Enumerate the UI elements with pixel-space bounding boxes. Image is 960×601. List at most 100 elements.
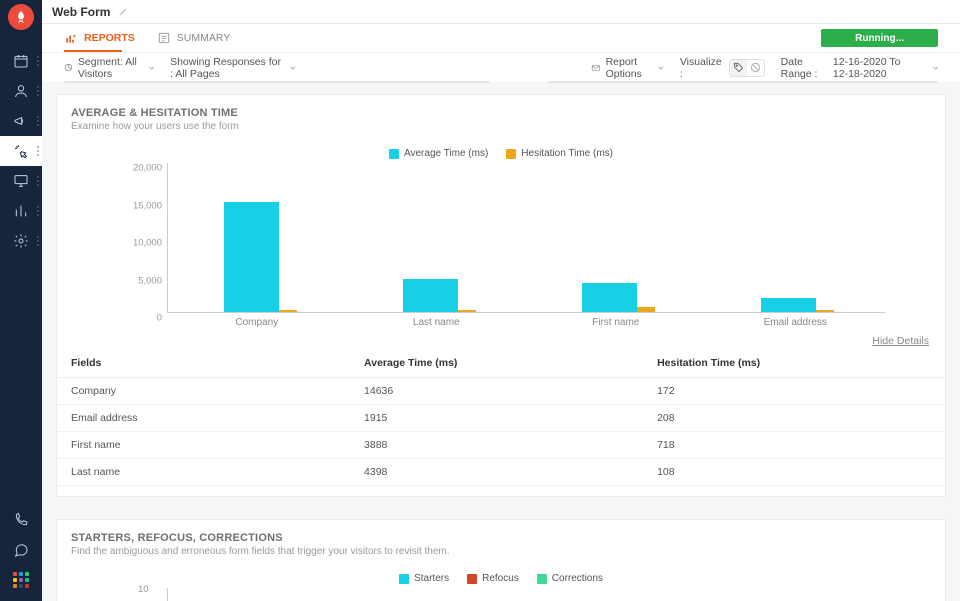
content-scroll[interactable]: AVERAGE & HESITATION TIME Examine how yo…	[42, 82, 960, 601]
tab-summary[interactable]: SUMMARY	[157, 24, 230, 52]
segment-icon	[64, 61, 73, 74]
y-tick-label: 0	[120, 313, 162, 324]
nav-phone[interactable]	[0, 505, 42, 535]
legend-avg[interactable]: Average Time (ms)	[389, 148, 488, 159]
segment-label: Segment: All Visitors	[78, 56, 144, 80]
reports-tab-icon	[64, 31, 78, 45]
visualize-option-1[interactable]	[730, 60, 747, 76]
main-area: Web Form REPORTS SUMMARY Running... Segm…	[42, 0, 960, 601]
chart2-legend: Starters Refocus Corrections	[57, 573, 945, 584]
bar-avg[interactable]	[582, 283, 637, 312]
table-row: Email address1915208	[57, 405, 945, 432]
table-cell-hes: 718	[643, 432, 945, 459]
status-running-button[interactable]: Running...	[821, 29, 938, 47]
nav-form-analytics[interactable]	[0, 136, 42, 166]
y-tick-label: 15,000	[120, 200, 162, 211]
bar-hes[interactable]	[816, 310, 834, 312]
mail-icon	[591, 61, 600, 75]
no-tag-icon	[750, 62, 761, 73]
table-cell-field: Email address	[57, 405, 350, 432]
card1-title: AVERAGE & HESITATION TIME	[71, 107, 931, 119]
chart2-ytick: 10	[138, 584, 149, 595]
table-cell-avg: 4398	[350, 459, 643, 486]
bar-avg[interactable]	[761, 298, 816, 312]
y-tick-label: 5,000	[120, 275, 162, 286]
segment-dropdown[interactable]: Segment: All Visitors	[64, 56, 154, 80]
card1-sub: Examine how your users use the form	[71, 121, 931, 132]
table-cell-hes: 172	[643, 378, 945, 405]
x-tick-label: First name	[592, 317, 639, 328]
nav-monitor[interactable]	[0, 166, 42, 196]
table-cell-field: Last name	[57, 459, 350, 486]
date-range-value: 12-16-2020 To 12-18-2020	[833, 56, 916, 80]
chevron-down-icon	[290, 64, 296, 72]
report-options-dropdown[interactable]: Report Options	[591, 56, 664, 80]
th-hes: Hesitation Time (ms)	[643, 349, 945, 378]
x-tick-label: Last name	[413, 317, 460, 328]
date-range-picker[interactable]: Date Range : 12-16-2020 To 12-18-2020	[781, 56, 938, 80]
card2-sub: Find the ambiguous and erroneous form fi…	[71, 546, 931, 557]
card-avg-hesitation: AVERAGE & HESITATION TIME Examine how yo…	[56, 94, 946, 497]
chart1-legend: Average Time (ms) Hesitation Time (ms)	[57, 148, 945, 159]
status-running-label: Running...	[855, 33, 904, 44]
bar-hes[interactable]	[637, 307, 655, 312]
page-title: Web Form	[52, 5, 110, 19]
apps-grid-icon	[13, 572, 29, 588]
filter-bar: Segment: All Visitors Showing Responses …	[42, 52, 960, 82]
table-cell-hes: 108	[643, 459, 945, 486]
legend-hes[interactable]: Hesitation Time (ms)	[506, 148, 613, 159]
nav-megaphone[interactable]	[0, 106, 42, 136]
nav-calendar[interactable]	[0, 46, 42, 76]
app-logo[interactable]	[8, 4, 34, 30]
summary-tab-icon	[157, 31, 171, 45]
megaphone-icon	[13, 113, 29, 129]
monitor-icon	[13, 173, 29, 189]
date-range-label: Date Range :	[781, 56, 822, 80]
rocket-icon	[14, 10, 28, 24]
chat-icon	[13, 542, 29, 558]
legend-corrections[interactable]: Corrections	[537, 573, 603, 584]
legend-starters[interactable]: Starters	[399, 573, 449, 584]
table-cell-field: Company	[57, 378, 350, 405]
visualize-label: Visualize :	[680, 56, 724, 80]
table-cell-field: First name	[57, 432, 350, 459]
tab-summary-label: SUMMARY	[177, 32, 230, 44]
tab-reports[interactable]: REPORTS	[64, 24, 135, 52]
table-row: First name3888718	[57, 432, 945, 459]
bar-avg[interactable]	[403, 279, 458, 312]
tag-icon	[733, 62, 744, 73]
card-starters-refocus: STARTERS, REFOCUS, CORRECTIONS Find the …	[56, 519, 946, 601]
nav-user[interactable]	[0, 76, 42, 106]
chevron-down-icon	[658, 64, 663, 72]
phone-icon	[13, 512, 29, 528]
th-avg: Average Time (ms)	[350, 349, 643, 378]
pages-label: Showing Responses for : All Pages	[170, 56, 284, 80]
nav-settings[interactable]	[0, 226, 42, 256]
nav-reports[interactable]	[0, 196, 42, 226]
legend-refocus[interactable]: Refocus	[467, 573, 519, 584]
gear-icon	[13, 233, 29, 249]
nav-apps[interactable]	[0, 565, 42, 595]
visualize-option-2[interactable]	[747, 60, 764, 76]
left-nav-rail	[0, 0, 42, 601]
cursor-click-icon	[13, 143, 29, 159]
edit-title-icon[interactable]	[118, 6, 129, 17]
data-table: Fields Average Time (ms) Hesitation Time…	[57, 349, 945, 486]
bar-hes[interactable]	[458, 310, 476, 312]
th-fields: Fields	[57, 349, 350, 378]
chevron-down-icon	[149, 64, 154, 72]
hide-details-link[interactable]: Hide Details	[872, 335, 929, 347]
title-bar: Web Form	[42, 0, 960, 24]
bar-hes[interactable]	[279, 310, 297, 312]
nav-chat[interactable]	[0, 535, 42, 565]
bar-chart-icon	[13, 203, 29, 219]
chart2: 10	[57, 588, 945, 601]
visualize-toggle: Visualize :	[680, 56, 765, 80]
table-row: Last name4398108	[57, 459, 945, 486]
pages-dropdown[interactable]: Showing Responses for : All Pages	[170, 56, 295, 80]
y-tick-label: 20,000	[120, 163, 162, 174]
table-row: Company14636172	[57, 378, 945, 405]
x-tick-label: Email address	[764, 317, 827, 328]
table-cell-hes: 208	[643, 405, 945, 432]
bar-avg[interactable]	[224, 202, 279, 312]
